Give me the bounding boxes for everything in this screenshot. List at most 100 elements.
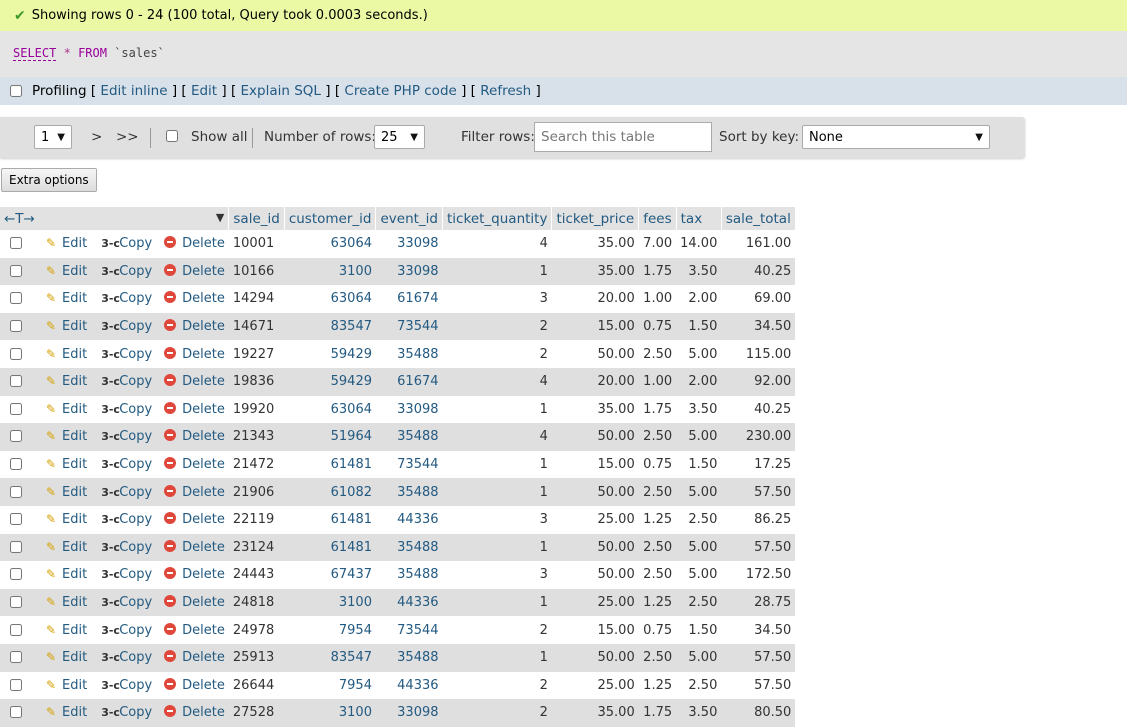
edit-action[interactable]: ✎ Edit <box>46 429 87 444</box>
edit-action[interactable]: ✎ Edit <box>46 347 87 362</box>
explain-sql-link[interactable]: Explain SQL <box>241 83 321 99</box>
cell-event-id[interactable]: 35488 <box>375 340 443 368</box>
delete-action[interactable]: Delete <box>164 263 225 279</box>
cell-customer-id[interactable]: 51964 <box>284 423 376 451</box>
cell-event-id[interactable]: 73544 <box>375 450 443 479</box>
cell-event-id[interactable]: 33098 <box>375 395 443 424</box>
copy-action[interactable]: 3-cCopy <box>101 650 152 665</box>
delete-action[interactable]: Delete <box>164 512 225 527</box>
edit-action[interactable]: ✎ Edit <box>46 623 87 638</box>
delete-action[interactable]: Delete <box>164 622 225 638</box>
row-checkbox[interactable] <box>10 264 22 277</box>
copy-action[interactable]: 3-cCopy <box>101 291 152 306</box>
copy-action[interactable]: 3-cCopy <box>101 705 152 720</box>
delete-action[interactable]: Delete <box>164 457 225 472</box>
delete-action[interactable]: Delete <box>164 401 225 417</box>
delete-action[interactable]: Delete <box>164 567 225 582</box>
cell-customer-id[interactable]: 67437 <box>284 561 376 589</box>
cell-event-id[interactable]: 61674 <box>375 285 443 313</box>
cell-customer-id[interactable]: 61082 <box>284 478 376 506</box>
edit-action[interactable]: ✎ Edit <box>46 236 87 251</box>
show-all-checkbox[interactable] <box>166 130 178 142</box>
cell-event-id[interactable]: 35488 <box>375 643 443 672</box>
column-header-tax[interactable]: tax <box>676 207 722 230</box>
row-checkbox[interactable] <box>10 706 22 719</box>
column-menu-icon[interactable]: ▼ <box>216 211 224 224</box>
row-checkbox[interactable] <box>10 430 22 443</box>
cell-customer-id[interactable]: 61481 <box>284 450 376 479</box>
page-select[interactable]: 1 ▼ <box>34 125 72 149</box>
cell-event-id[interactable]: 61674 <box>375 367 443 396</box>
copy-action[interactable]: 3-cCopy <box>101 567 152 582</box>
edit-action[interactable]: ✎ Edit <box>46 650 87 665</box>
copy-action[interactable]: 3-cCopy <box>101 623 152 638</box>
copy-action[interactable]: 3-cCopy <box>101 347 152 362</box>
edit-action[interactable]: ✎ Edit <box>46 705 87 720</box>
extra-options-button[interactable]: Extra options <box>1 168 97 192</box>
row-checkbox[interactable] <box>10 623 22 636</box>
copy-action[interactable]: 3-cCopy <box>101 457 152 472</box>
delete-action[interactable]: Delete <box>164 650 225 665</box>
edit-action[interactable]: ✎ Edit <box>46 540 87 555</box>
column-header-sale-total[interactable]: sale_total <box>721 207 796 230</box>
cell-event-id[interactable]: 35488 <box>375 533 443 562</box>
cell-event-id[interactable]: 33098 <box>375 699 443 727</box>
row-checkbox[interactable] <box>10 292 22 305</box>
row-checkbox[interactable] <box>10 513 22 526</box>
delete-action[interactable]: Delete <box>164 705 225 720</box>
edit-action[interactable]: ✎ Edit <box>46 264 87 279</box>
column-header-fees[interactable]: fees <box>638 207 677 230</box>
row-checkbox[interactable] <box>10 320 22 333</box>
row-checkbox[interactable] <box>10 596 22 609</box>
cell-event-id[interactable]: 35488 <box>375 423 443 451</box>
copy-action[interactable]: 3-cCopy <box>101 264 152 279</box>
cell-customer-id[interactable]: 7954 <box>284 671 376 700</box>
cell-customer-id[interactable]: 59429 <box>284 340 376 368</box>
column-header-customer-id[interactable]: customer_id <box>284 207 377 230</box>
column-header-ticket-quantity[interactable]: ticket_quantity <box>442 207 553 230</box>
copy-action[interactable]: 3-cCopy <box>101 402 152 417</box>
copy-action[interactable]: 3-cCopy <box>101 319 152 334</box>
cell-customer-id[interactable]: 63064 <box>284 395 376 424</box>
edit-action[interactable]: ✎ Edit <box>46 402 87 417</box>
column-header-event-id[interactable]: event_id <box>375 207 444 230</box>
cell-event-id[interactable]: 44336 <box>375 671 443 700</box>
cell-customer-id[interactable]: 61481 <box>284 533 376 562</box>
column-header-sale-id[interactable]: sale_id <box>228 207 285 230</box>
row-checkbox[interactable] <box>10 237 22 250</box>
delete-action[interactable]: Delete <box>164 484 225 500</box>
sql-select-keyword[interactable]: SELECT <box>13 46 57 61</box>
delete-action[interactable]: Delete <box>164 291 225 306</box>
delete-action[interactable]: Delete <box>164 595 225 610</box>
copy-action[interactable]: 3-cCopy <box>101 678 152 693</box>
row-checkbox[interactable] <box>10 678 22 691</box>
cell-customer-id[interactable]: 59429 <box>284 367 376 396</box>
delete-action[interactable]: Delete <box>164 677 225 693</box>
cell-customer-id[interactable]: 63064 <box>284 285 376 313</box>
cell-event-id[interactable]: 35488 <box>375 561 443 589</box>
refresh-link[interactable]: Refresh <box>480 83 531 99</box>
cell-event-id[interactable]: 35488 <box>375 478 443 506</box>
cell-customer-id[interactable]: 3100 <box>284 699 376 727</box>
copy-action[interactable]: 3-cCopy <box>101 236 152 251</box>
edit-action[interactable]: ✎ Edit <box>46 595 87 610</box>
cell-event-id[interactable]: 44336 <box>375 588 443 617</box>
edit-action[interactable]: ✎ Edit <box>46 374 87 389</box>
edit-action[interactable]: ✎ Edit <box>46 485 87 500</box>
row-checkbox[interactable] <box>10 568 22 581</box>
cell-event-id[interactable]: 33098 <box>375 230 443 258</box>
copy-action[interactable]: 3-cCopy <box>101 595 152 610</box>
cell-event-id[interactable]: 73544 <box>375 616 443 644</box>
copy-action[interactable]: 3-cCopy <box>101 374 152 389</box>
last-page-button[interactable]: >> <box>116 129 139 145</box>
edit-action[interactable]: ✎ Edit <box>46 319 87 334</box>
cell-customer-id[interactable]: 83547 <box>284 643 376 672</box>
row-checkbox[interactable] <box>10 375 22 388</box>
cell-customer-id[interactable]: 63064 <box>284 230 376 258</box>
cell-customer-id[interactable]: 3100 <box>284 588 376 617</box>
create-php-code-link[interactable]: Create PHP code <box>344 83 456 99</box>
cell-event-id[interactable]: 73544 <box>375 312 443 341</box>
cell-customer-id[interactable]: 7954 <box>284 616 376 644</box>
cell-event-id[interactable]: 44336 <box>375 505 443 534</box>
edit-action[interactable]: ✎ Edit <box>46 567 87 582</box>
